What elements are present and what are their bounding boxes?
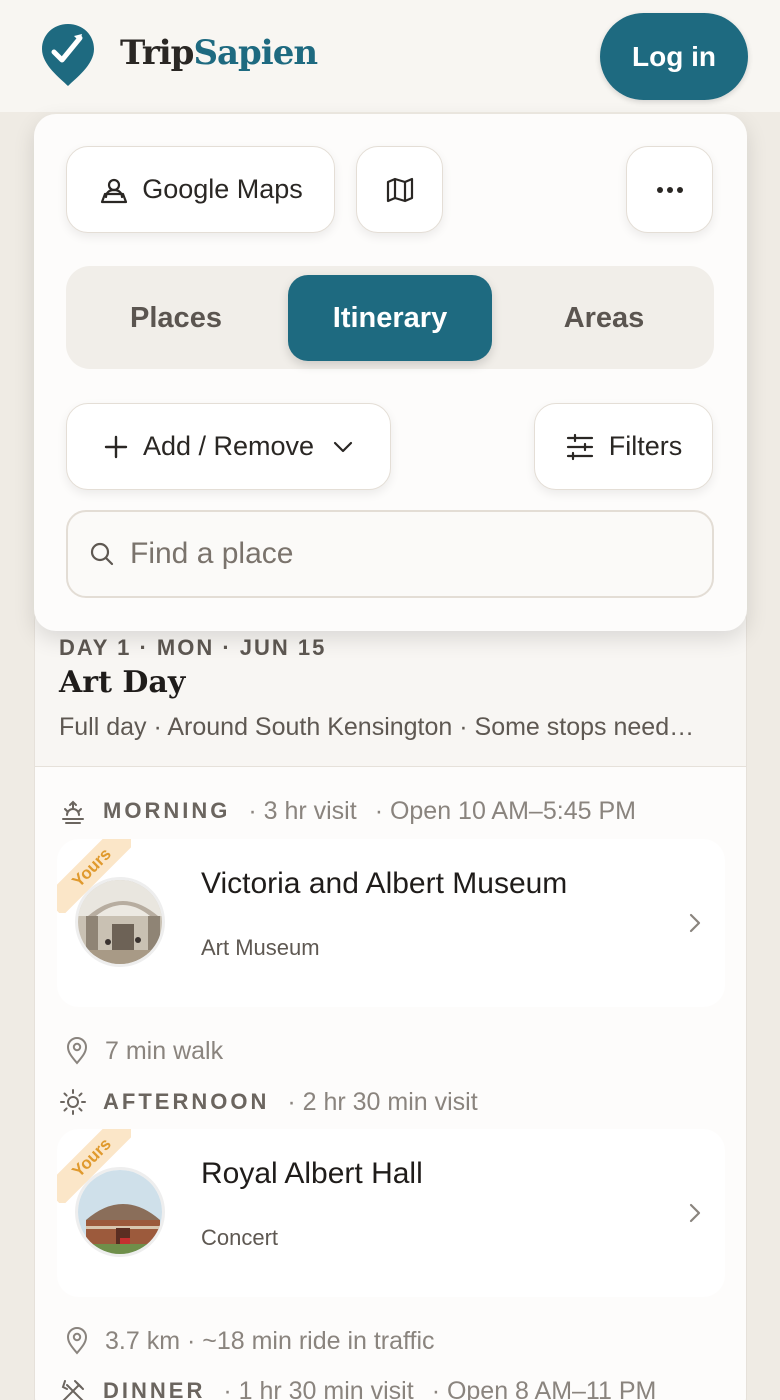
slot-label: AFTERNOON	[103, 1089, 270, 1114]
add-remove-button[interactable]: Add / Remove	[66, 403, 391, 490]
yours-badge: Yours	[57, 1129, 131, 1203]
brand-name-part2: Sapien	[193, 33, 318, 73]
control-panel: Google Maps Places Itinerary Areas Add /…	[34, 114, 747, 631]
yours-badge: Yours	[57, 839, 131, 913]
travel-text: 3.7 km · ~18 min ride in traffic	[105, 1326, 435, 1355]
travel-walk: 7 min walk	[65, 1033, 223, 1069]
view-tabs: Places Itinerary Areas	[66, 266, 714, 369]
filters-button[interactable]: Filters	[534, 403, 713, 490]
slot-dinner: DINNER · 1 hr 30 min visit · Open 8 AM–1…	[59, 1373, 656, 1400]
chevron-right-icon	[689, 1203, 701, 1223]
travel-text: 7 min walk	[105, 1036, 224, 1065]
brand-name[interactable]: TripSapien	[120, 33, 318, 73]
search-placeholder: Find a place	[130, 537, 294, 570]
location-pin-icon	[66, 1037, 88, 1065]
slot-hours: · Open 10 AM–5:45 PM	[374, 796, 636, 825]
google-maps-button[interactable]: Google Maps	[66, 146, 335, 233]
day-subtitle: Full day · Around South Kensington · Som…	[59, 713, 695, 741]
place-name: Royal Albert Hall	[201, 1157, 423, 1190]
tab-itinerary[interactable]: Itinerary	[288, 275, 492, 361]
place-name: Victoria and Albert Museum	[201, 867, 568, 900]
brand-name-part1: Trip	[120, 33, 194, 73]
plus-icon	[104, 435, 128, 458]
map-view-button[interactable]	[356, 146, 443, 233]
slot-label: MORNING	[103, 798, 231, 823]
search-icon	[90, 542, 114, 566]
add-remove-label: Add / Remove	[142, 431, 315, 461]
more-options-button[interactable]	[626, 146, 713, 233]
login-button[interactable]: Log in	[600, 13, 748, 100]
more-dots-icon	[656, 186, 683, 193]
sun-icon	[60, 1089, 86, 1115]
travel-ride: 3.7 km · ~18 min ride in traffic	[65, 1323, 435, 1359]
map-icon	[386, 177, 413, 202]
slot-morning: MORNING · 3 hr visit · Open 10 AM–5:45 P…	[59, 793, 636, 829]
itinerary-card: DAY 1 · MON · JUN 15 Art Day Full day · …	[34, 600, 747, 1400]
chevron-down-icon	[333, 441, 353, 452]
map-pin-person-icon	[101, 178, 128, 203]
slot-duration: · 2 hr 30 min visit	[287, 1087, 478, 1116]
google-maps-label: Google Maps	[142, 174, 303, 204]
utensils-icon	[61, 1380, 84, 1400]
day-title: Art Day	[59, 665, 186, 700]
slot-hours: · Open 8 AM–11 PM	[431, 1376, 657, 1400]
sunrise-icon	[62, 800, 84, 824]
search-input[interactable]: Find a place	[66, 510, 714, 598]
location-pin-icon	[66, 1327, 88, 1355]
app-header: TripSapien Log in	[0, 0, 780, 112]
slot-duration: · 3 hr visit	[248, 796, 357, 825]
tab-areas[interactable]: Areas	[502, 275, 706, 361]
slot-afternoon: AFTERNOON · 2 hr 30 min visit	[59, 1084, 478, 1120]
slot-label: DINNER	[103, 1378, 206, 1400]
slot-duration: · 1 hr 30 min visit	[223, 1376, 414, 1400]
day-kicker: DAY 1 · MON · JUN 15	[59, 635, 327, 660]
logo-icon[interactable]	[40, 22, 96, 88]
place-card-victoria-albert[interactable]: Yours Victoria and Albert Museum Art Mus…	[57, 839, 725, 1007]
sliders-icon	[566, 433, 593, 460]
chevron-right-icon	[689, 913, 701, 933]
place-card-royal-albert-hall[interactable]: Yours Royal Albert Hall Concert	[57, 1129, 725, 1297]
tab-places[interactable]: Places	[74, 275, 278, 361]
filters-label: Filters	[608, 431, 683, 461]
place-type: Concert	[201, 1225, 279, 1250]
place-type: Art Museum	[201, 935, 320, 960]
